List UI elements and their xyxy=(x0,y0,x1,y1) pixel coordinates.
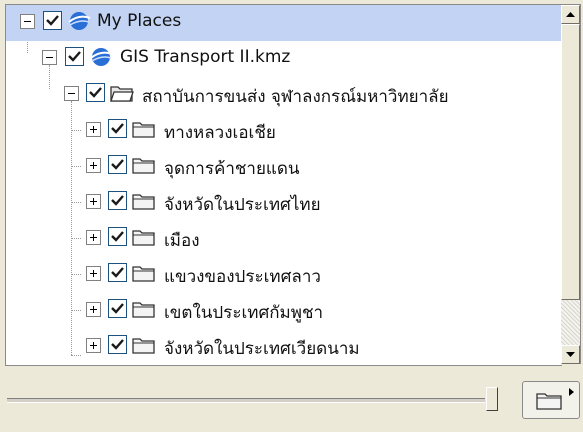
collapse-toggle[interactable] xyxy=(20,14,35,29)
expand-toggle[interactable] xyxy=(86,122,101,137)
tree-row-folder[interactable]: เมือง xyxy=(6,221,562,257)
vertical-scrollbar[interactable] xyxy=(561,4,581,364)
tree-row-label: สถาบันการขนส่ง จุฬาลงกรณ์มหาวิทยาลัย xyxy=(142,87,449,107)
folder-menu-button[interactable] xyxy=(522,381,580,419)
arrow-down-icon xyxy=(566,352,575,357)
tree-row-label: เมือง xyxy=(164,231,200,251)
visibility-checkbox[interactable] xyxy=(43,11,62,30)
tree-row-label: GIS Transport II.kmz xyxy=(120,47,291,67)
tree-row-label: จังหวัดในประเทศเวียดนาม xyxy=(164,339,360,359)
tree-row-label: จังหวัดในประเทศไทย xyxy=(164,195,321,215)
opacity-slider-thumb[interactable] xyxy=(486,387,498,411)
tree-connector xyxy=(71,310,81,311)
folder-icon xyxy=(132,230,155,246)
tree-row-gis-transport[interactable]: GIS Transport II.kmz xyxy=(6,41,562,77)
tree-row-label: จุดการค้าชายแดน xyxy=(164,159,300,179)
tree-row-folder[interactable]: จังหวัดในประเทศไทย xyxy=(6,185,562,221)
visibility-checkbox[interactable] xyxy=(108,263,127,282)
scroll-track[interactable] xyxy=(561,300,580,346)
folder-icon xyxy=(132,338,155,354)
collapse-toggle[interactable] xyxy=(64,86,79,101)
tree-connector xyxy=(71,202,81,203)
my-places-panel: My Places GIS Transport II.kmz สถาบันการ… xyxy=(0,0,583,432)
expand-toggle[interactable] xyxy=(86,266,101,281)
globe-icon xyxy=(90,48,113,66)
folder-icon xyxy=(132,158,155,174)
scroll-thumb[interactable] xyxy=(561,24,580,300)
folder-icon xyxy=(132,302,155,318)
visibility-checkbox[interactable] xyxy=(108,155,127,174)
tree-row-label: My Places xyxy=(97,11,182,31)
tree-connector xyxy=(71,130,81,131)
expand-toggle[interactable] xyxy=(86,194,101,209)
arrow-up-icon xyxy=(566,12,575,17)
globe-icon xyxy=(68,12,91,30)
tree-row-folder[interactable]: ทางหลวงเอเชีย xyxy=(6,113,562,149)
tree-row-folder[interactable]: จุดการค้าชายแดน xyxy=(6,149,562,185)
tree-connector xyxy=(71,238,81,239)
visibility-checkbox[interactable] xyxy=(108,191,127,210)
tree-row-my-places[interactable]: My Places xyxy=(6,5,562,41)
scroll-up-button[interactable] xyxy=(561,5,580,24)
folder-icon xyxy=(132,194,155,210)
folder-icon xyxy=(132,266,155,282)
tree-row-label: แขวงของประเทศลาว xyxy=(164,267,321,287)
collapse-toggle[interactable] xyxy=(42,50,57,65)
visibility-checkbox[interactable] xyxy=(86,83,105,102)
visibility-checkbox[interactable] xyxy=(65,47,84,66)
visibility-checkbox[interactable] xyxy=(108,335,127,354)
visibility-checkbox[interactable] xyxy=(108,119,127,138)
opacity-slider-track[interactable] xyxy=(7,398,485,403)
visibility-checkbox[interactable] xyxy=(108,227,127,246)
expand-toggle[interactable] xyxy=(86,338,101,353)
tree-row-label: ทางหลวงเอเชีย xyxy=(164,123,276,143)
tree-row-folder[interactable]: เขตในประเทศกัมพูชา xyxy=(6,293,562,329)
tree-row-folder[interactable]: แขวงของประเทศลาว xyxy=(6,257,562,293)
expand-toggle[interactable] xyxy=(86,230,101,245)
scroll-down-button[interactable] xyxy=(561,345,580,364)
tree-connector xyxy=(71,166,81,167)
open-folder-icon xyxy=(110,86,134,102)
visibility-checkbox[interactable] xyxy=(108,299,127,318)
tree-connector xyxy=(71,274,81,275)
folder-menu-icon xyxy=(536,388,574,410)
folder-icon xyxy=(132,122,155,138)
tree-row-label: เขตในประเทศกัมพูชา xyxy=(164,303,324,323)
expand-toggle[interactable] xyxy=(86,158,101,173)
expand-toggle[interactable] xyxy=(86,302,101,317)
places-tree: My Places GIS Transport II.kmz สถาบันการ… xyxy=(5,4,562,366)
tree-row-institute[interactable]: สถาบันการขนส่ง จุฬาลงกรณ์มหาวิทยาลัย xyxy=(6,77,562,113)
tree-row-folder[interactable]: จังหวัดในประเทศเวียดนาม xyxy=(6,329,562,365)
